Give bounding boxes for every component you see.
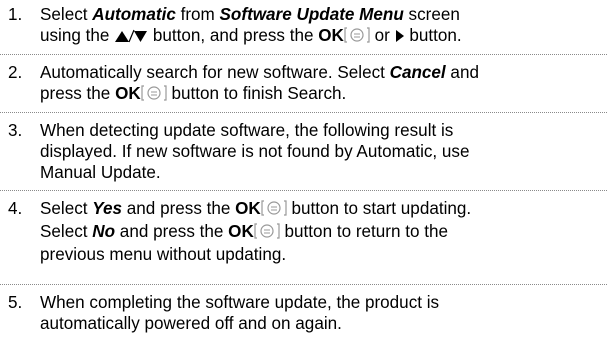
step-line: Select No and press the OK button to ret… (40, 221, 605, 244)
ok-label: OK (115, 84, 141, 103)
step-text: When detecting update software, the foll… (40, 120, 605, 183)
divider (0, 284, 607, 285)
ok-button-icon (141, 85, 167, 106)
automatic-term: Automatic (92, 5, 176, 24)
step-line: Manual Update. (40, 163, 161, 182)
step-line: using the button, and press the OK or bu… (40, 25, 605, 48)
up-down-arrow-icon (114, 27, 148, 48)
ok-label: OK (318, 26, 344, 45)
step-line: Automatically search for new software. S… (40, 63, 479, 82)
step-text: Select Yes and press the OK button to st… (40, 198, 605, 265)
step-line: automatically powered off and on again. (40, 314, 342, 333)
step-line: Select Yes and press the OK button to st… (40, 198, 605, 221)
cancel-term: Cancel (389, 63, 446, 82)
step-text: Automatically search for new software. S… (40, 62, 605, 106)
step-line: previous menu without updating. (40, 245, 287, 264)
step-line: press the OK button to finish Search. (40, 83, 605, 106)
ok-button-icon (254, 223, 280, 244)
divider (0, 54, 607, 55)
instruction-list: 1. Select Automatic from Software Update… (0, 0, 607, 356)
ok-button-icon (344, 27, 370, 48)
software-update-menu-term: Software Update Menu (219, 5, 404, 24)
step-line: Select Automatic from Software Update Me… (40, 5, 460, 24)
step-number: 4. (8, 199, 23, 218)
right-arrow-icon (395, 27, 405, 48)
step-number: 5. (8, 293, 23, 312)
step-line: When completing the software update, the… (40, 293, 440, 312)
no-term: No (92, 222, 116, 241)
yes-term: Yes (92, 199, 123, 218)
ok-button-icon (261, 200, 287, 221)
divider (0, 112, 607, 113)
step-text: When completing the software update, the… (40, 292, 605, 334)
step-line: displayed. If new software is not found … (40, 142, 470, 161)
step-line: When detecting update software, the foll… (40, 121, 454, 140)
step-number: 1. (8, 5, 23, 24)
step-text: Select Automatic from Software Update Me… (40, 4, 605, 48)
step-number: 2. (8, 63, 23, 82)
divider (0, 190, 607, 191)
step-number: 3. (8, 121, 23, 140)
ok-label: OK (235, 199, 261, 218)
ok-label: OK (228, 222, 254, 241)
